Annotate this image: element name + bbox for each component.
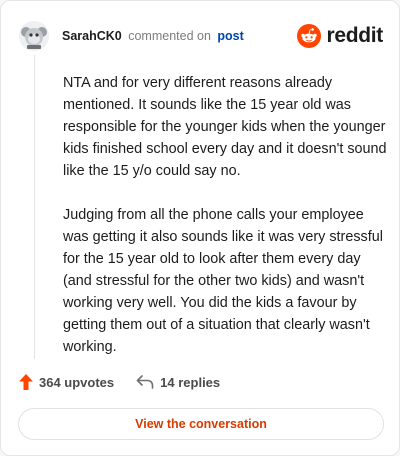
- post-link[interactable]: post: [217, 29, 243, 43]
- reply-arrow-icon: [136, 375, 154, 389]
- reddit-brand[interactable]: reddit: [297, 24, 383, 48]
- brand-wordmark: reddit: [326, 24, 383, 47]
- comment-stats: 364 upvotes 14 replies: [19, 374, 220, 390]
- upvotes-count: 364 upvotes: [39, 374, 115, 390]
- upvotes-stat[interactable]: 364 upvotes: [19, 374, 114, 390]
- comment-body: NTA and for very different reasons alrea…: [63, 72, 389, 380]
- view-conversation-button[interactable]: View the conversation: [18, 408, 384, 440]
- replies-stat[interactable]: 14 replies: [136, 375, 220, 390]
- comment-meta: SarahCK0 commented on post: [62, 28, 244, 44]
- action-text: commented on: [128, 29, 211, 43]
- thread-line: [34, 55, 35, 359]
- username-link[interactable]: SarahCK0: [62, 29, 122, 43]
- comment-card: SarahCK0 commented on post reddit NTA an…: [0, 0, 400, 456]
- comment-header: SarahCK0 commented on post reddit: [19, 19, 383, 53]
- avatar[interactable]: [19, 21, 49, 51]
- comment-paragraph: Judging from all the phone calls your em…: [63, 207, 383, 355]
- reddit-logo-icon: [297, 24, 322, 48]
- replies-count: 14 replies: [160, 374, 221, 390]
- avatar-icon: [19, 21, 49, 51]
- upvote-arrow-icon: [19, 374, 33, 390]
- comment-paragraph: NTA and for very different reasons alrea…: [63, 75, 387, 179]
